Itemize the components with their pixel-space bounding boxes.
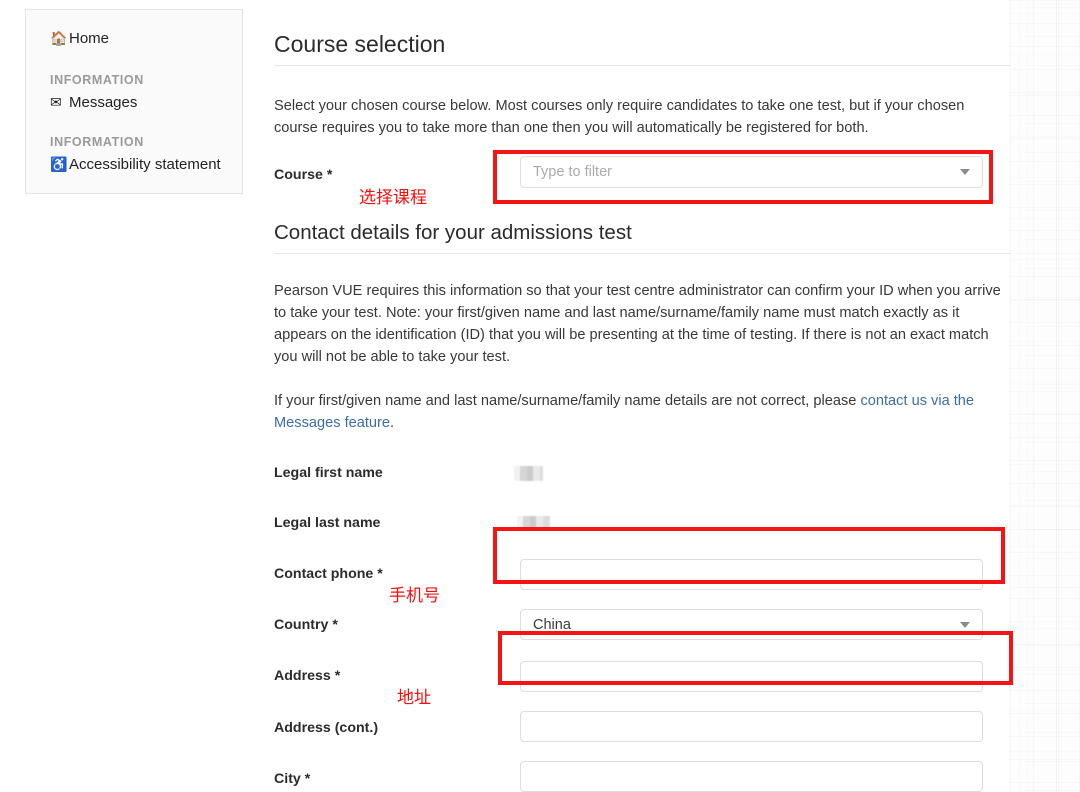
address-annotation-chinese: 地址 (397, 688, 431, 708)
sidebar-item-label-home: Home (69, 28, 228, 49)
legal-last-name-row: Legal last name (274, 513, 1010, 564)
home-icon: 🏠 (50, 28, 69, 49)
address-label: Address * (274, 666, 340, 686)
paragraph-name-correction-before: If your first/given name and last name/s… (274, 393, 860, 409)
legal-last-name-value-redacted (517, 516, 550, 529)
sidebar-section-heading-1: INFORMATION (26, 73, 242, 87)
sidebar-item-messages[interactable]: ✉ Messages (26, 92, 242, 113)
country-row: Country * China (274, 615, 1010, 666)
sidebar-section-heading-2: INFORMATION (26, 135, 242, 149)
envelope-icon: ✉ (50, 92, 69, 113)
country-select[interactable]: China (520, 609, 983, 640)
chevron-down-icon (960, 169, 970, 175)
contact-phone-row: Contact phone * 手机号 (274, 564, 1010, 615)
page-title-divider (274, 65, 1010, 66)
sidebar-item-home[interactable]: 🏠 Home (26, 28, 242, 49)
sidebar-item-accessibility-statement[interactable]: ♿ Accessibility statement (26, 154, 242, 175)
legal-first-name-label: Legal first name (274, 463, 383, 483)
contact-phone-annotation-chinese: 手机号 (389, 586, 440, 606)
course-select[interactable]: Type to filter (520, 156, 983, 188)
course-annotation-chinese: 选择课程 (359, 188, 427, 208)
legal-last-name-label: Legal last name (274, 513, 380, 533)
course-field-label: Course * (274, 165, 332, 185)
country-value: China (533, 617, 571, 633)
city-label: City * (274, 769, 310, 789)
city-row: City * (274, 769, 1010, 792)
chevron-down-icon (960, 622, 970, 628)
country-label: Country * (274, 615, 338, 635)
section-title-divider (274, 253, 1010, 254)
sidebar-item-label-messages: Messages (69, 92, 228, 113)
contact-phone-input[interactable] (520, 559, 983, 590)
address-input[interactable] (520, 661, 983, 692)
paragraph-name-correction: If your first/given name and last name/s… (274, 390, 1010, 434)
background-watermark-pattern-overlay (1022, 0, 1080, 792)
section-title-contact-details: Contact details for your admissions test (274, 218, 1010, 248)
paragraph-pearson-vue: Pearson VUE requires this information so… (274, 280, 1010, 368)
page-title: Course selection (274, 28, 1010, 60)
course-select-placeholder: Type to filter (533, 164, 612, 180)
paragraph-name-correction-after: . (390, 415, 394, 431)
address-cont-input[interactable] (520, 711, 983, 742)
intro-paragraph: Select your chosen course below. Most co… (274, 95, 1010, 139)
city-input[interactable] (520, 761, 983, 792)
address-cont-label: Address (cont.) (274, 718, 378, 738)
background-watermark-pattern (1010, 0, 1080, 792)
contact-phone-label: Contact phone * (274, 564, 383, 584)
sidebar-item-label-accessibility-statement: Accessibility statement (69, 154, 228, 175)
page-root: 🏠 Home INFORMATION ✉ Messages INFORMATIO… (0, 0, 1080, 792)
legal-first-name-row: Legal first name (274, 463, 1010, 513)
course-field-row: Course * 选择课程 Type to filter (274, 163, 1010, 221)
sidebar: 🏠 Home INFORMATION ✉ Messages INFORMATIO… (25, 9, 243, 194)
main-content: Course selection Select your chosen cour… (274, 0, 1010, 792)
wheelchair-icon: ♿ (50, 154, 69, 175)
legal-first-name-value-redacted (514, 466, 543, 481)
